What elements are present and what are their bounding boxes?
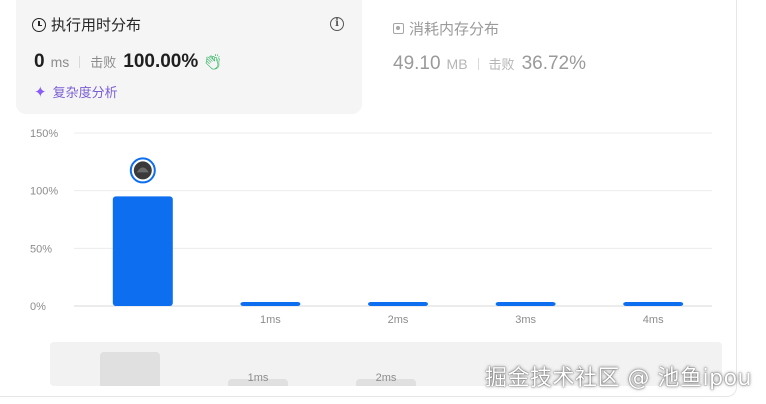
clap-icon: 👏︎ [203, 54, 223, 71]
memory-tab[interactable]: 消耗内存分布 [393, 18, 499, 39]
memory-title-text: 消耗内存分布 [409, 21, 500, 38]
runtime-beats-value: 100.00% [123, 51, 199, 72]
watermark: 掘金技术社区 @ 池鱼ipou [485, 366, 752, 391]
runtime-card[interactable]: 执行用时分布 i 0 ms 击败 100.00% 👏︎ ✦ 复杂度分析 [16, 0, 362, 114]
x-tick-label: 1ms [260, 314, 281, 326]
runtime-beats-label: 击败 [90, 55, 117, 70]
x-tick-label: 2ms [388, 314, 409, 326]
y-tick-label: 100% [30, 186, 58, 198]
memory-unit: MB [446, 56, 468, 72]
stats-divider [79, 56, 81, 68]
bar [368, 302, 428, 306]
overview-bar [100, 352, 160, 386]
runtime-distribution-chart: 0% 50% 100% 150% 1ms 2ms 3ms 4ms [30, 128, 712, 326]
bar [240, 302, 301, 306]
runtime-title-text: 执行用时分布 [51, 17, 142, 34]
clock-icon [32, 17, 46, 32]
memory-beats-label: 击败 [488, 57, 515, 72]
complexity-label: 复杂度分析 [52, 85, 118, 100]
bar [623, 302, 684, 306]
y-tick-label: 0% [30, 301, 46, 313]
stats-divider [477, 58, 479, 70]
memory-value: 49.10 [393, 53, 441, 74]
overview-label: 1ms [247, 372, 269, 384]
x-tick-label: 4ms [643, 314, 664, 326]
runtime-title: 执行用时分布 [32, 14, 141, 35]
bar [495, 302, 556, 306]
memory-beats-value: 36.72% [521, 53, 587, 74]
y-tick-label: 50% [30, 243, 52, 255]
sparkle-icon: ✦ [34, 83, 47, 101]
runtime-value: 0 [34, 51, 45, 72]
runtime-unit: ms [50, 54, 70, 70]
info-icon[interactable]: i [330, 17, 344, 31]
complexity-analysis-link[interactable]: ✦ 复杂度分析 [34, 82, 118, 101]
x-tick-label: 3ms [515, 314, 536, 326]
bar [112, 196, 173, 306]
memory-stats: 49.10 MB 击败 36.72% [393, 53, 586, 75]
runtime-stats: 0 ms 击败 100.00% 👏︎ [34, 51, 222, 73]
overview-label: 2ms [375, 372, 397, 384]
chip-icon [393, 23, 404, 34]
y-tick-label: 150% [30, 128, 58, 140]
